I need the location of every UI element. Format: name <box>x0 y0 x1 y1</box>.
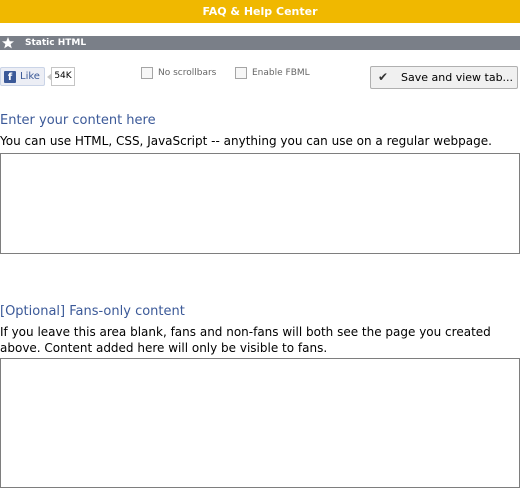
facebook-icon: f <box>4 71 16 83</box>
save-and-view-button[interactable]: ✔ Save and view tab... <box>370 66 518 89</box>
like-label: Like <box>20 71 40 82</box>
header-bar: FAQ & Help Center <box>0 0 520 23</box>
content-heading: Enter your content here <box>0 113 156 128</box>
section-title: Static HTML <box>25 38 87 48</box>
fans-content-heading: [Optional] Fans-only content <box>0 304 185 319</box>
fans-content-textarea[interactable] <box>0 358 520 488</box>
content-description: You can use HTML, CSS, JavaScript -- any… <box>0 134 492 148</box>
enable-fbml-label: Enable FBML <box>252 68 310 78</box>
no-scrollbars-label: No scrollbars <box>158 68 217 78</box>
save-button-label: Save and view tab... <box>401 71 514 84</box>
like-count: 54K <box>47 67 75 86</box>
enable-fbml-checkbox[interactable] <box>235 67 247 79</box>
checkmark-icon: ✔ <box>378 70 389 84</box>
no-scrollbars-checkbox[interactable] <box>141 67 153 79</box>
section-bar: Static HTML <box>0 36 520 50</box>
like-button[interactable]: f Like <box>0 67 45 86</box>
fans-content-description: If you leave this area blank, fans and n… <box>0 325 491 355</box>
page-title: FAQ & Help Center <box>202 5 318 18</box>
star-icon <box>1 36 15 50</box>
content-textarea[interactable] <box>0 153 520 254</box>
